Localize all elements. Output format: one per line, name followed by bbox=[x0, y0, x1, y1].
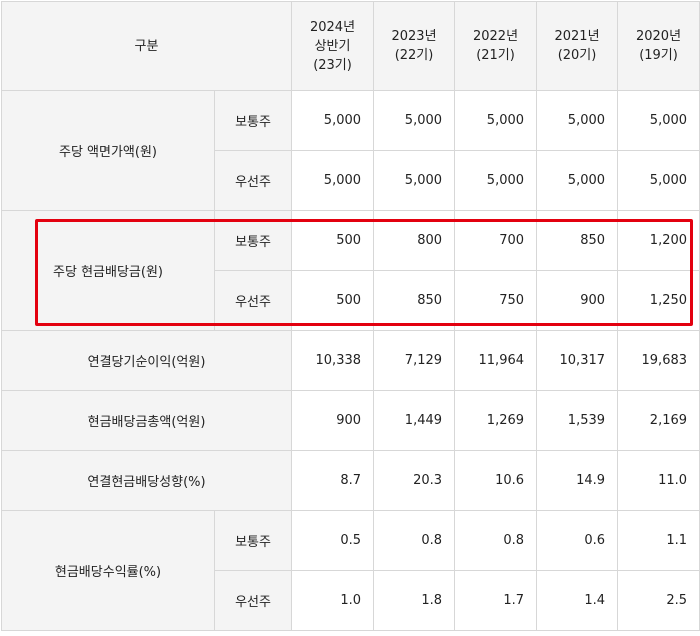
row-label-dividend-yield: 현금배당수익률(%) bbox=[1, 510, 215, 631]
header-year-2024h1: 2024년 상반기 (23기) bbox=[291, 1, 375, 91]
cell: 500 bbox=[291, 210, 375, 271]
cell: 1.7 bbox=[454, 570, 538, 631]
row-label-payout-ratio: 연결현금배당성향(%) bbox=[0, 450, 293, 511]
cell: 1.4 bbox=[536, 570, 619, 631]
header-row: 구분 2024년 상반기 (23기) 2023년 (22기) 2022년 (21기) 2… bbox=[0, 1, 700, 91]
header-year-2022: 2022년 (21기) bbox=[454, 1, 538, 91]
cell: 5,000 bbox=[373, 90, 456, 151]
cell: 5,000 bbox=[454, 90, 538, 151]
cell: 20.3 bbox=[373, 450, 456, 511]
cell: 7,129 bbox=[373, 330, 456, 391]
cell: 11,964 bbox=[454, 330, 538, 391]
cell: 10,338 bbox=[291, 330, 375, 391]
cell: 1.1 bbox=[617, 510, 700, 571]
cell: 850 bbox=[536, 210, 619, 271]
header-year-2020: 2020년 (19기) bbox=[617, 1, 700, 91]
cell: 5,000 bbox=[291, 90, 375, 151]
table-row: 현금배당금총액(억원) 900 1,449 1,269 1,539 2,169 bbox=[0, 390, 700, 451]
table-row: 연결당기순이익(억원) 10,338 7,129 11,964 10,317 1… bbox=[0, 330, 700, 391]
cell: 5,000 bbox=[617, 90, 700, 151]
dividend-table: 구분 2024년 상반기 (23기) 2023년 (22기) 2022년 (21기) 2… bbox=[0, 1, 700, 631]
cell: 10,317 bbox=[536, 330, 619, 391]
cell: 700 bbox=[454, 210, 538, 271]
table-row: 연결현금배당성향(%) 8.7 20.3 10.6 14.9 11.0 bbox=[0, 450, 700, 511]
row-label-par-value: 주당 액면가액(원) bbox=[1, 90, 215, 211]
cell: 19,683 bbox=[617, 330, 700, 391]
row-label-net-income: 연결당기순이익(억원) bbox=[0, 330, 293, 391]
table-row: 주당 현금배당금(원) 보통주 500 800 700 850 1,200 bbox=[1, 210, 700, 331]
cell: 750 bbox=[454, 270, 538, 331]
cell: 850 bbox=[373, 270, 456, 331]
cell: 10.6 bbox=[454, 450, 538, 511]
cell: 5,000 bbox=[617, 150, 700, 211]
cell: 0.8 bbox=[373, 510, 456, 571]
header-category: 구분 bbox=[0, 1, 293, 91]
cell: 8.7 bbox=[291, 450, 375, 511]
row-label-cash-dividend: 주당 현금배당금(원) bbox=[1, 210, 215, 331]
table-row: 주당 액면가액(원) 보통주 5,000 5,000 5,000 5,000 5… bbox=[1, 90, 700, 211]
cell: 1.0 bbox=[291, 570, 375, 631]
cell: 5,000 bbox=[373, 150, 456, 211]
table-row: 현금배당수익률(%) 보통주 0.5 0.8 0.8 0.6 1.1 bbox=[1, 510, 700, 631]
header-year-2023: 2023년 (22기) bbox=[373, 1, 456, 91]
cell: 500 bbox=[291, 270, 375, 331]
cell: 5,000 bbox=[536, 150, 619, 211]
cell: 0.6 bbox=[536, 510, 619, 571]
cell: 1,200 bbox=[617, 210, 700, 271]
cell: 900 bbox=[536, 270, 619, 331]
sub-label-preferred: 우선주 bbox=[213, 270, 293, 331]
sub-label-common: 보통주 bbox=[213, 90, 293, 151]
cell: 1,539 bbox=[536, 390, 619, 451]
cell: 0.8 bbox=[454, 510, 538, 571]
sub-label-preferred: 우선주 bbox=[213, 570, 293, 631]
cell: 5,000 bbox=[291, 150, 375, 211]
cell: 1.8 bbox=[373, 570, 456, 631]
sub-label-preferred: 우선주 bbox=[213, 150, 293, 211]
row-label-total-dividend: 현금배당금총액(억원) bbox=[0, 390, 293, 451]
sub-label-common: 보통주 bbox=[213, 210, 293, 271]
cell: 5,000 bbox=[536, 90, 619, 151]
cell: 1,449 bbox=[373, 390, 456, 451]
cell: 800 bbox=[373, 210, 456, 271]
cell: 14.9 bbox=[536, 450, 619, 511]
cell: 2.5 bbox=[617, 570, 700, 631]
cell: 1,269 bbox=[454, 390, 538, 451]
cell: 5,000 bbox=[454, 150, 538, 211]
cell: 0.5 bbox=[291, 510, 375, 571]
cell: 2,169 bbox=[617, 390, 700, 451]
cell: 1,250 bbox=[617, 270, 700, 331]
sub-label-common: 보통주 bbox=[213, 510, 293, 571]
cell: 11.0 bbox=[617, 450, 700, 511]
header-year-2021: 2021년 (20기) bbox=[536, 1, 619, 91]
cell: 900 bbox=[291, 390, 375, 451]
